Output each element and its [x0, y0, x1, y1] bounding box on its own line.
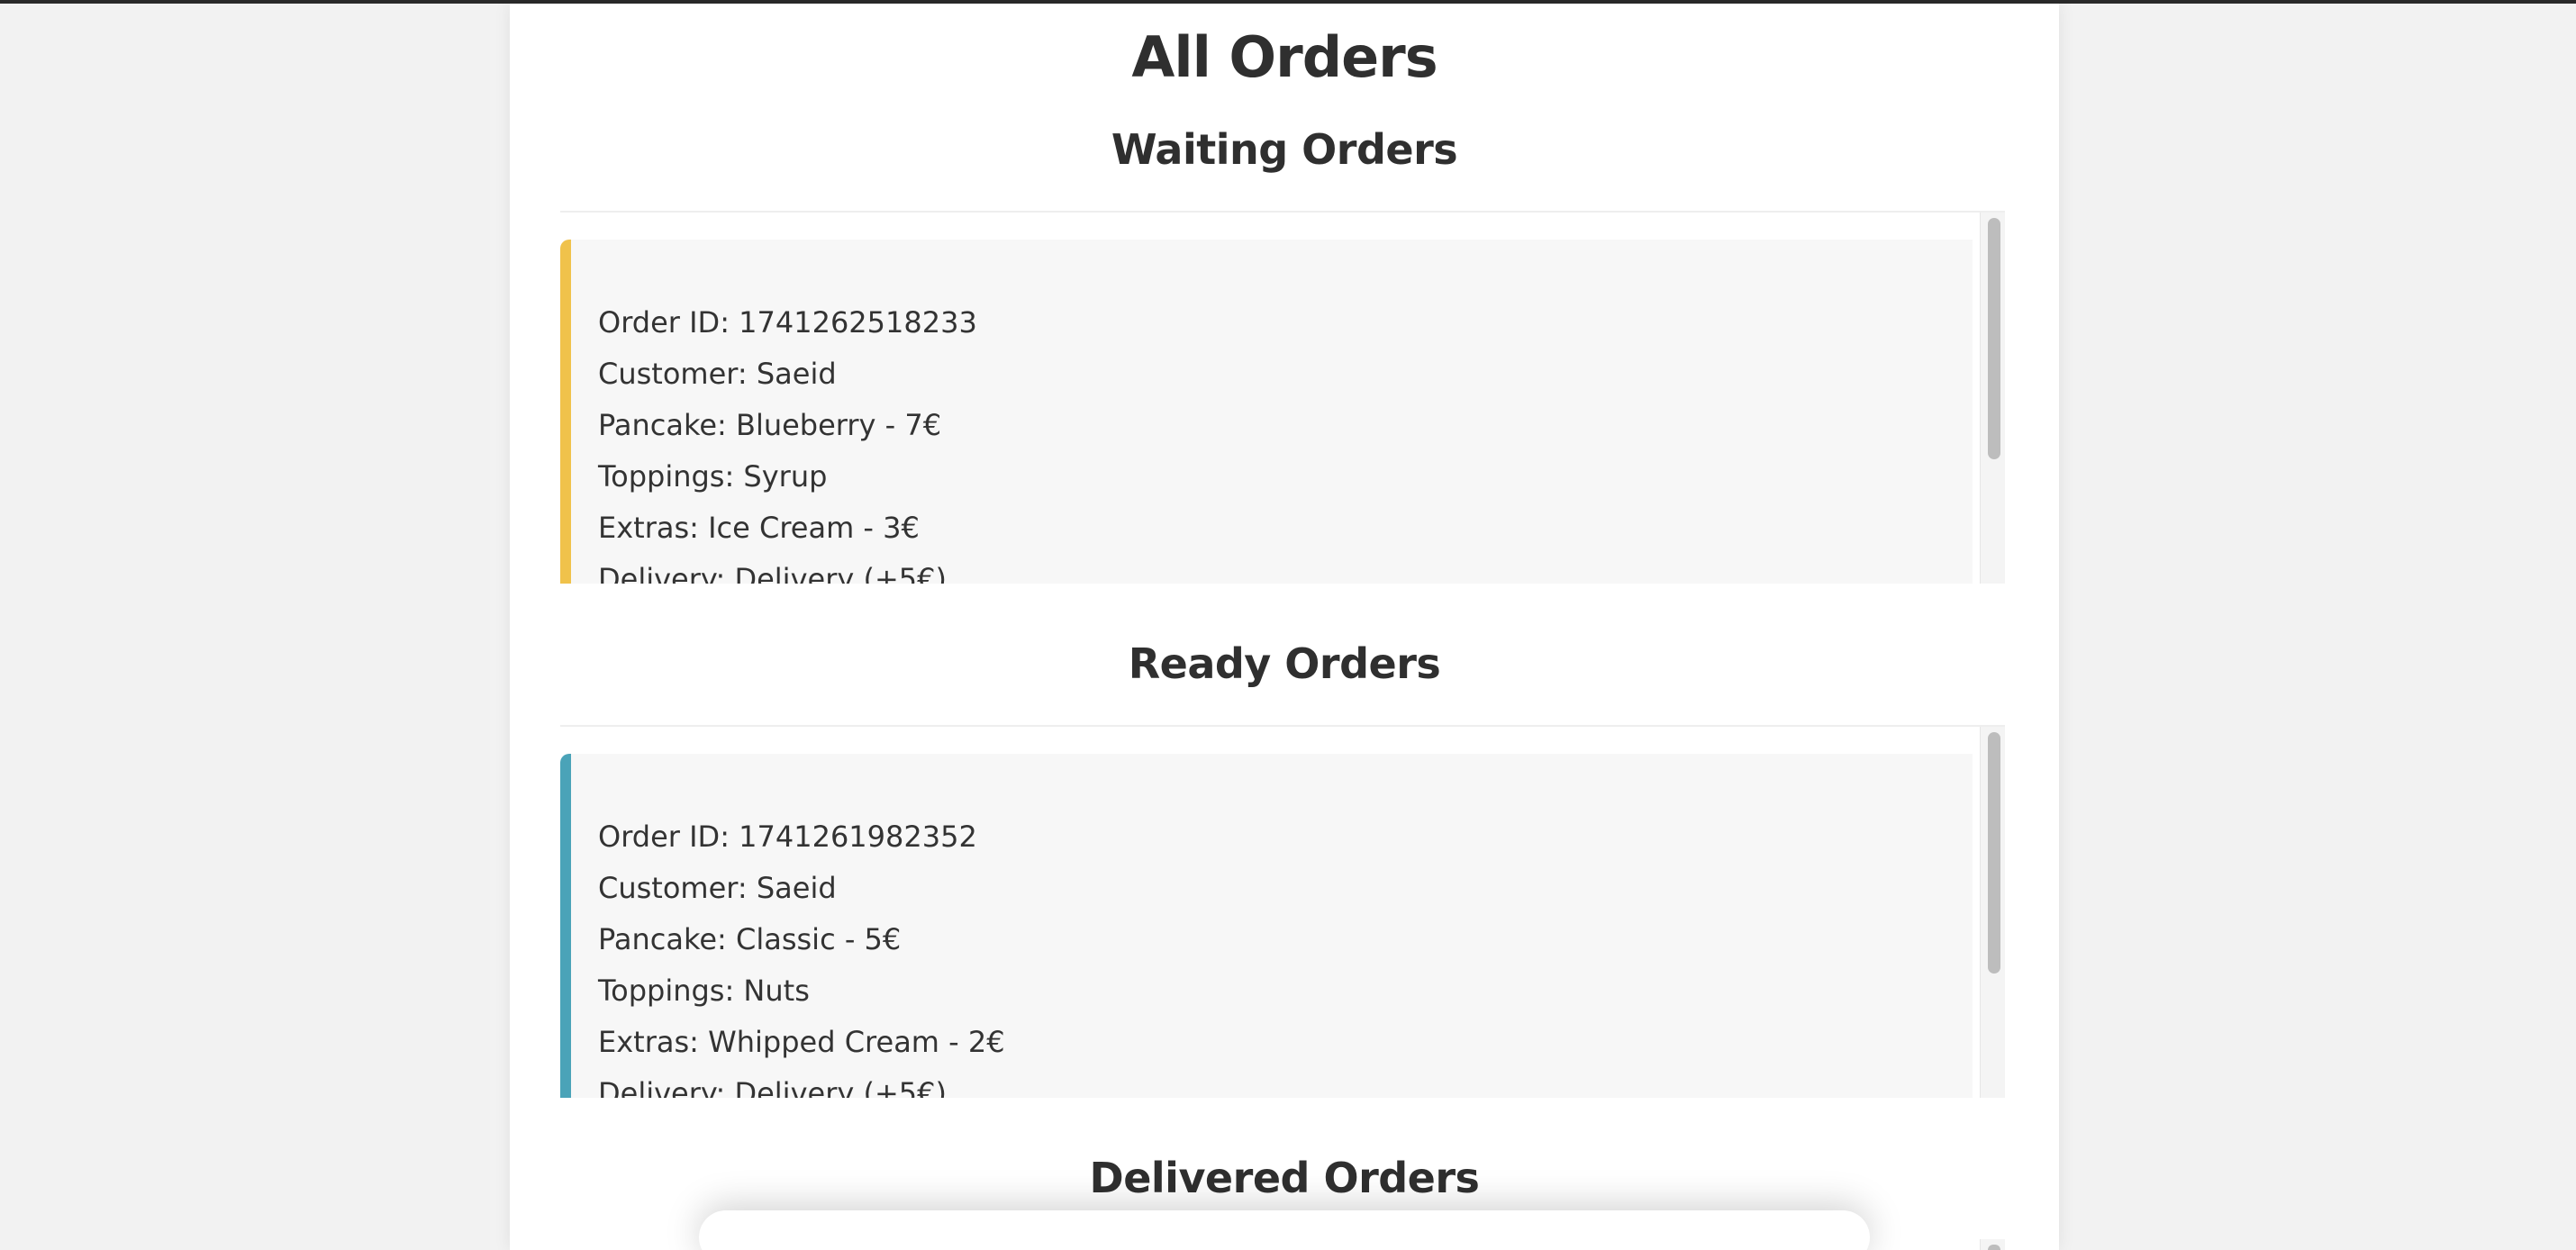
order-extras: Extras: Ice Cream - 3€	[598, 511, 920, 545]
order-pancake: Pancake: Classic - 5€	[598, 922, 902, 956]
order-customer: Customer: Saeid	[598, 871, 837, 905]
waiting-orders-scrollbar[interactable]	[1980, 213, 2005, 584]
order-id: Order ID: 1741262518233	[598, 305, 977, 340]
order-id: Order ID: 1741261982352	[598, 820, 977, 854]
ready-orders-scrollbar[interactable]	[1980, 727, 2005, 1098]
waiting-orders-scrollbar-thumb[interactable]	[1988, 218, 2000, 459]
page-title: All Orders	[1131, 24, 1438, 90]
order-extras: Extras: Whipped Cream - 2€	[598, 1025, 1005, 1059]
delivered-orders-list[interactable]	[699, 1210, 1870, 1250]
order-toppings: Toppings: Nuts	[598, 974, 810, 1008]
order-delivery: Delivery: Delivery (+5€)	[598, 562, 947, 584]
ready-orders-list[interactable]: Order ID: 1741261982352 Customer: Saeid …	[560, 725, 2005, 1098]
delivered-orders-scrollbar-thumb[interactable]	[1988, 1245, 2000, 1250]
delivered-orders-heading: Delivered Orders	[1089, 1154, 1480, 1202]
orders-page: All Orders Waiting Orders Order ID: 1741…	[510, 4, 2059, 1250]
ready-order-card[interactable]: Order ID: 1741261982352 Customer: Saeid …	[560, 754, 1973, 1098]
delivered-orders-scrollbar[interactable]	[1980, 1239, 2005, 1250]
ready-orders-scrollbar-thumb[interactable]	[1988, 732, 2000, 974]
order-toppings: Toppings: Syrup	[598, 459, 828, 494]
order-pancake: Pancake: Blueberry - 7€	[598, 408, 942, 442]
ready-orders-heading: Ready Orders	[1128, 639, 1441, 688]
waiting-orders-heading: Waiting Orders	[1111, 125, 1458, 174]
order-delivery: Delivery: Delivery (+5€)	[598, 1076, 947, 1098]
waiting-order-card[interactable]: Order ID: 1741262518233 Customer: Saeid …	[560, 240, 1973, 584]
waiting-orders-list[interactable]: Order ID: 1741262518233 Customer: Saeid …	[560, 211, 2005, 584]
order-customer: Customer: Saeid	[598, 357, 837, 391]
